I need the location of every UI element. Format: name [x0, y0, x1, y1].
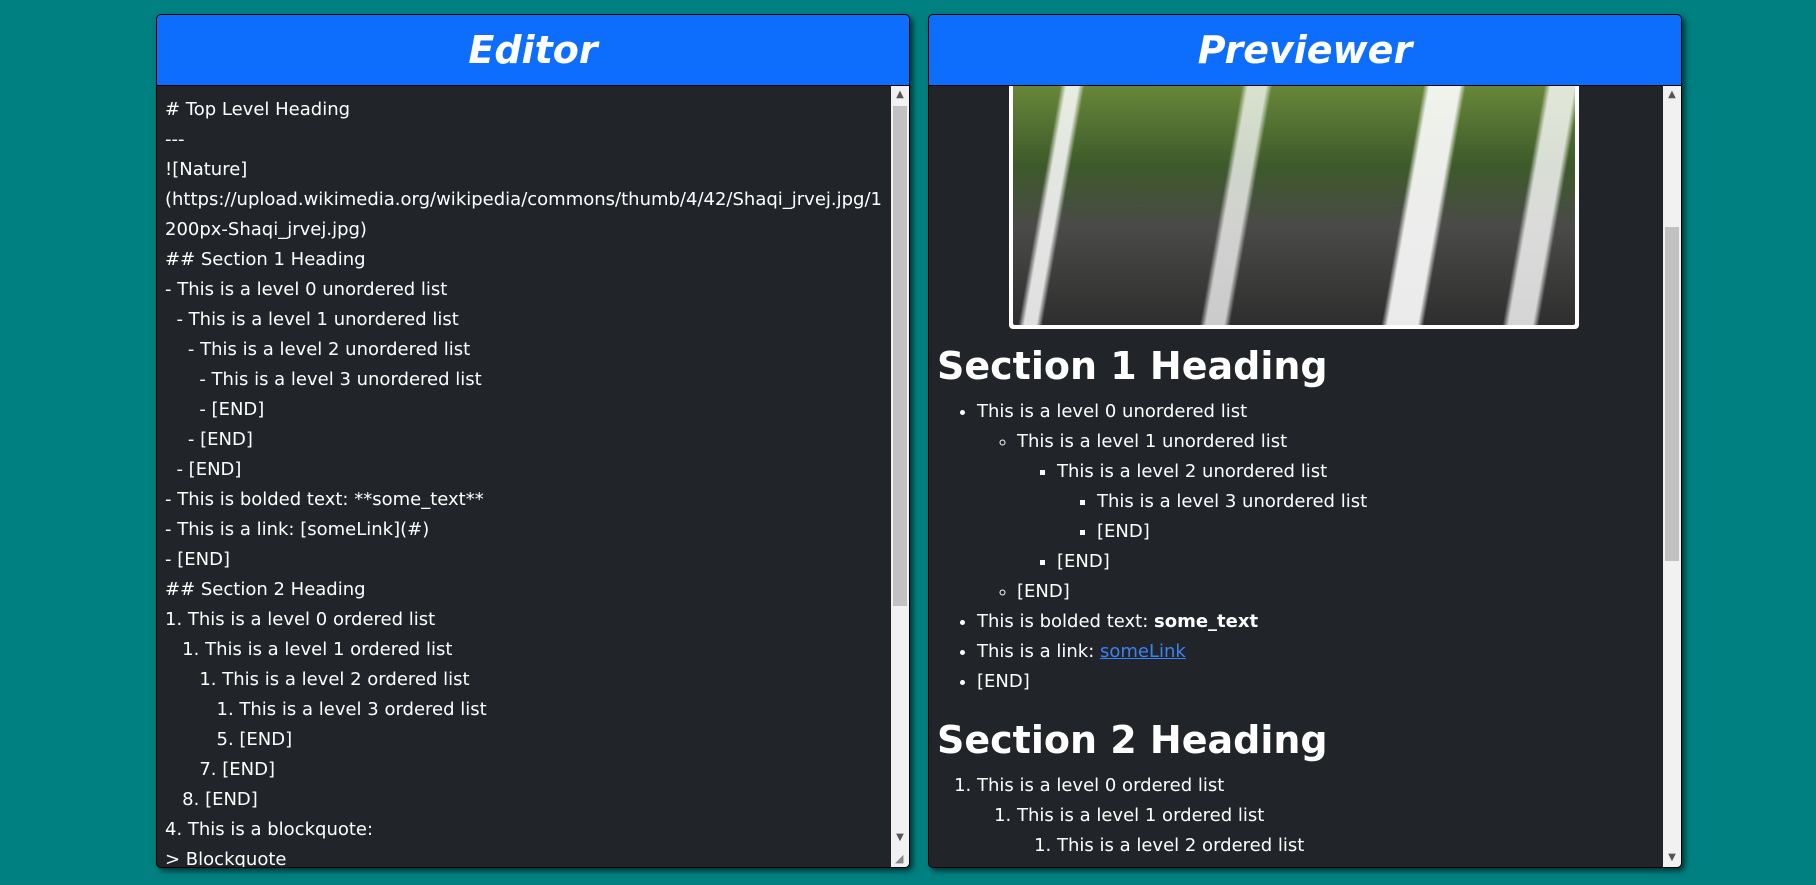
list-item: This is a level 3 unordered list: [1097, 487, 1655, 517]
nature-waterfall-image: [1013, 86, 1575, 325]
list-item: This is a level 2 unordered list This is…: [1057, 457, 1655, 547]
previewer-title: Previewer: [929, 15, 1681, 86]
resize-grip-icon[interactable]: ◢: [895, 853, 907, 865]
list-item-text: This is a link:: [977, 641, 1100, 662]
list-item-text: This is a level 0 unordered list: [977, 401, 1248, 422]
section-2-heading: Section 2 Heading: [937, 718, 1328, 762]
list-item-text: This is a level 1 unordered list: [1017, 431, 1288, 452]
list-item-text: This is a level 2 unordered list: [1057, 461, 1328, 482]
list-item-text: This is a level 1 ordered list: [1017, 805, 1265, 826]
editor-body: # Top Level Heading --- ![Nature] (https…: [157, 86, 909, 867]
unordered-list-level-3: This is a level 3 unordered list [END]: [1057, 487, 1655, 547]
editor-scroll-thumb[interactable]: [893, 106, 907, 606]
list-item: [END]: [977, 667, 1655, 697]
list-item-text: This is bolded text:: [977, 611, 1155, 632]
list-item: [END]: [1057, 547, 1655, 577]
unordered-list-level-0: This is a level 0 unordered list This is…: [937, 397, 1655, 697]
preview-scroll-thumb[interactable]: [1665, 227, 1679, 561]
scroll-down-arrow-icon[interactable]: ▼: [1663, 849, 1681, 867]
editor-panel: Editor # Top Level Heading --- ![Nature]…: [156, 14, 910, 868]
list-item: This is a level 1 unordered list This is…: [1017, 427, 1655, 577]
list-item-text: This is a level 0 ordered list: [977, 775, 1225, 796]
list-item: This is a level 1 ordered list This is a…: [1017, 801, 1655, 861]
list-item: [END]: [1017, 577, 1655, 607]
bold-text: some_text: [1154, 611, 1259, 632]
scroll-down-arrow-icon[interactable]: ▼: [891, 829, 909, 847]
list-item: This is a level 0 unordered list This is…: [977, 397, 1655, 607]
unordered-list-level-2: This is a level 2 unordered list This is…: [1017, 457, 1655, 577]
some-link[interactable]: someLink: [1100, 641, 1186, 662]
nature-image-frame: [1009, 86, 1579, 329]
list-item: This is a level 2 ordered list: [1057, 831, 1655, 861]
scroll-up-arrow-icon[interactable]: ▲: [891, 86, 909, 104]
list-item: This is bolded text: some_text: [977, 607, 1655, 637]
previewer-body: Section 1 Heading This is a level 0 unor…: [929, 86, 1681, 867]
preview-content: Section 1 Heading This is a level 0 unor…: [929, 86, 1663, 867]
preview-flow: Section 1 Heading This is a level 0 unor…: [937, 333, 1655, 861]
preview-scrollbar[interactable]: ▲ ▼: [1663, 86, 1681, 867]
editor-scrollbar[interactable]: ▲ ▼: [891, 86, 909, 867]
ordered-list-level-0: This is a level 0 ordered list This is a…: [937, 771, 1655, 861]
editor-textarea[interactable]: # Top Level Heading --- ![Nature] (https…: [157, 86, 891, 867]
list-item: This is a link: someLink: [977, 637, 1655, 667]
section-1-heading: Section 1 Heading: [937, 344, 1328, 388]
previewer-panel: Previewer Section 1 Heading This is a le…: [928, 14, 1682, 868]
ordered-list-level-2: This is a level 2 ordered list: [1017, 831, 1655, 861]
list-item: [END]: [1097, 517, 1655, 547]
editor-title: Editor: [157, 15, 909, 86]
unordered-list-level-1: This is a level 1 unordered list This is…: [977, 427, 1655, 607]
scroll-up-arrow-icon[interactable]: ▲: [1663, 86, 1681, 104]
ordered-list-level-1: This is a level 1 ordered list This is a…: [977, 801, 1655, 861]
list-item: This is a level 0 ordered list This is a…: [977, 771, 1655, 861]
